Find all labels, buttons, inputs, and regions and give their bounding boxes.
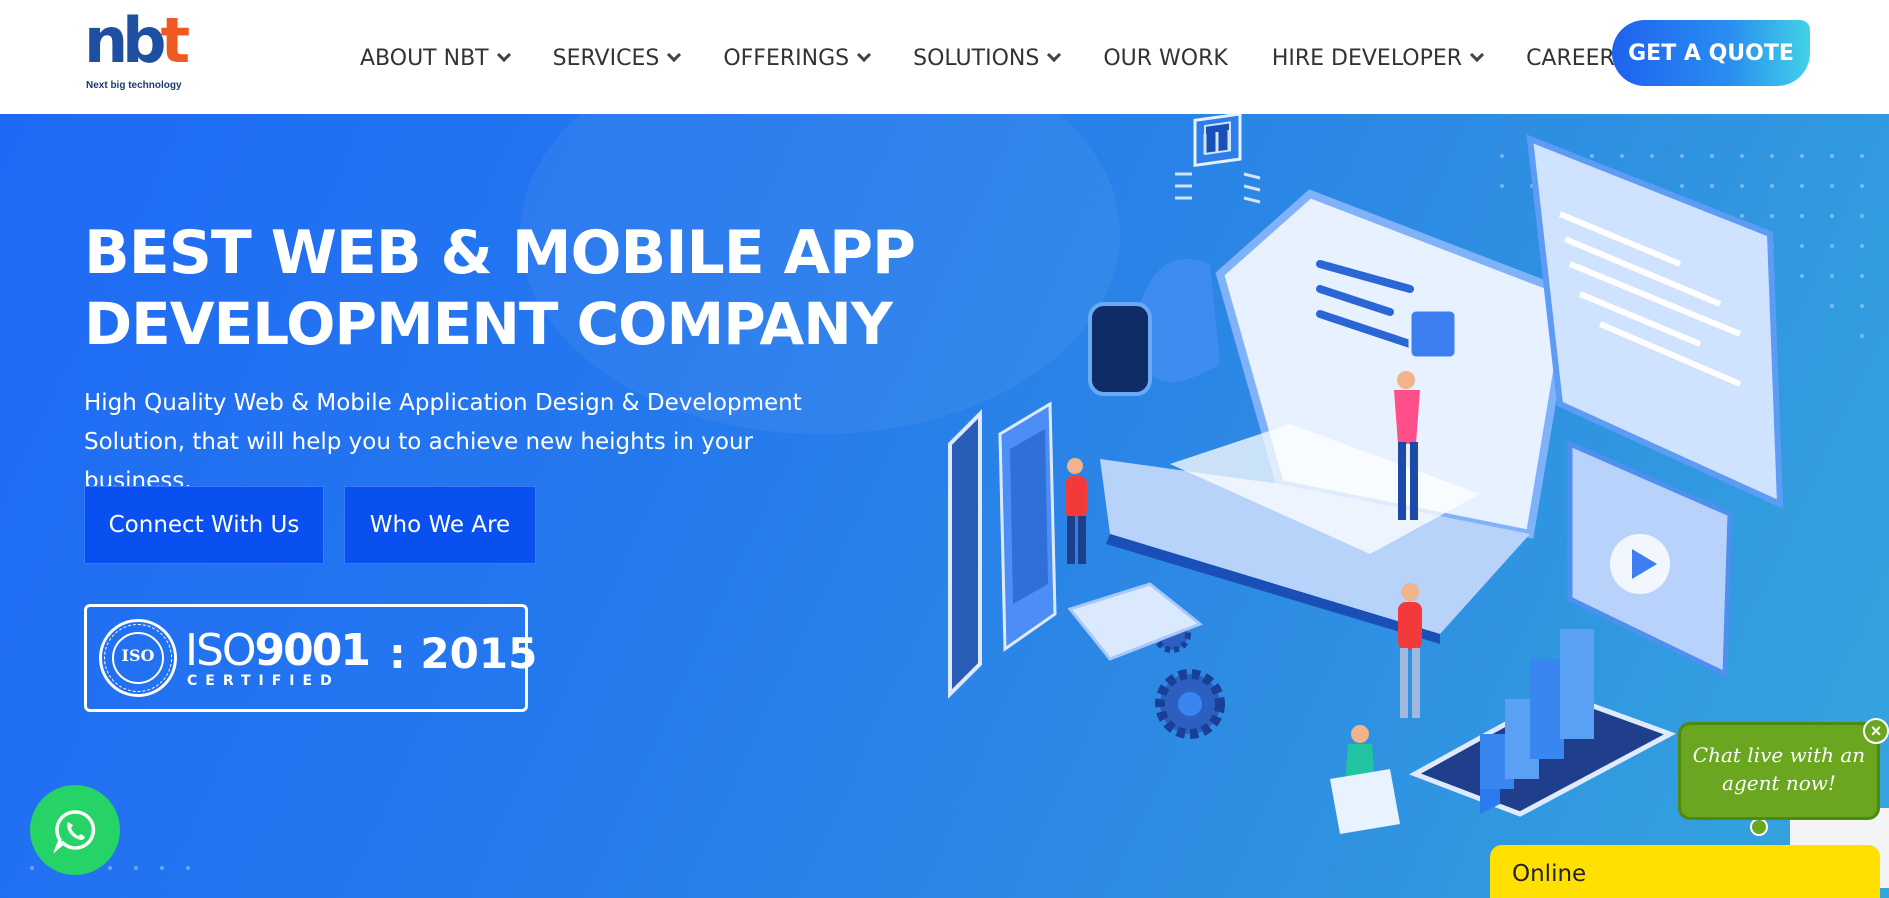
phone-illustration	[948, 401, 1057, 699]
online-chat-bar[interactable]: Online	[1490, 845, 1880, 898]
chevron-down-icon	[496, 47, 511, 63]
iso-mark-number: 9001	[254, 625, 371, 676]
iso-certification-badge: ISO ISO9001 CERTIFIED : 2015	[84, 604, 537, 712]
get-a-quote-button[interactable]: GET A QUOTE	[1612, 20, 1810, 86]
iso-certified-text: CERTIFIED	[187, 673, 340, 689]
nav-item-career[interactable]: CAREER	[1526, 46, 1615, 71]
chevron-down-icon	[1047, 47, 1062, 63]
logo-tagline: Next big technology	[86, 80, 182, 91]
nbt-logo[interactable]: nbt Next big technology	[84, 4, 190, 96]
iso-mark-prefix: ISO	[185, 625, 257, 676]
close-icon[interactable]: ×	[1863, 718, 1889, 744]
live-chat-prompt[interactable]: Chat live with an agent now!	[1678, 722, 1880, 820]
hero-subtitle: High Quality Web & Mobile Application De…	[84, 390, 802, 494]
site-header: nbt Next big technology ABOUT NBT SERVIC…	[0, 0, 1889, 114]
hero-title-light: DEVELOPMENT COMPANY	[84, 290, 893, 358]
person-figure	[1330, 725, 1400, 834]
nav-label: ABOUT NBT	[360, 45, 489, 71]
nav-item-offerings[interactable]: OFFERINGS	[723, 45, 872, 71]
hero-title-bold: BEST WEB & MOBILE APP	[84, 218, 916, 288]
nav-item-services[interactable]: SERVICES	[552, 45, 682, 71]
nav-label: OFFERINGS	[723, 45, 850, 71]
chevron-down-icon	[667, 47, 682, 63]
whatsapp-button[interactable]	[30, 785, 120, 875]
logo-wordmark: nbt	[84, 4, 190, 77]
chevron-down-icon	[1469, 47, 1485, 63]
connect-with-us-button[interactable]: Connect With Us	[84, 486, 324, 564]
chat-bubble-tail	[1750, 818, 1768, 836]
whatsapp-icon	[53, 810, 96, 854]
iso-seal-word: ISO	[121, 646, 155, 665]
nav-item-our-work[interactable]: OUR WORK	[1103, 46, 1227, 71]
smartwatch-icon	[1088, 259, 1220, 396]
hero-section: BEST WEB & MOBILE APP DEVELOPMENT COMPAN…	[0, 114, 1889, 898]
tablet-chart-illustration	[1409, 629, 1677, 817]
nav-label: SERVICES	[552, 45, 660, 71]
nav-label: OUR WORK	[1103, 45, 1228, 71]
browser-window-illustration	[1526, 134, 1784, 678]
who-we-are-button[interactable]: Who We Are	[344, 486, 536, 564]
iso-year: : 2015	[389, 629, 538, 678]
laptop-illustration	[1100, 189, 1575, 644]
nav-label: CAREER	[1526, 45, 1615, 71]
nav-item-hire-developer[interactable]: HIRE DEVELOPER	[1271, 45, 1485, 71]
nav-item-about[interactable]: ABOUT NBT	[360, 45, 511, 71]
nav-label: SOLUTIONS	[913, 45, 1040, 71]
chip-icon	[1175, 114, 1261, 204]
iso-mark: ISO9001	[185, 625, 371, 676]
nav-item-solutions[interactable]: SOLUTIONS	[913, 45, 1062, 71]
person-figure	[1065, 458, 1087, 564]
code-card-illustration	[1067, 582, 1203, 661]
chevron-down-icon	[857, 47, 872, 63]
main-nav: ABOUT NBT SERVICES OFFERINGS SOLUTIONS O…	[360, 38, 1639, 78]
iso-seal-icon: ISO	[99, 619, 177, 697]
nav-label: HIRE DEVELOPER	[1271, 45, 1463, 71]
